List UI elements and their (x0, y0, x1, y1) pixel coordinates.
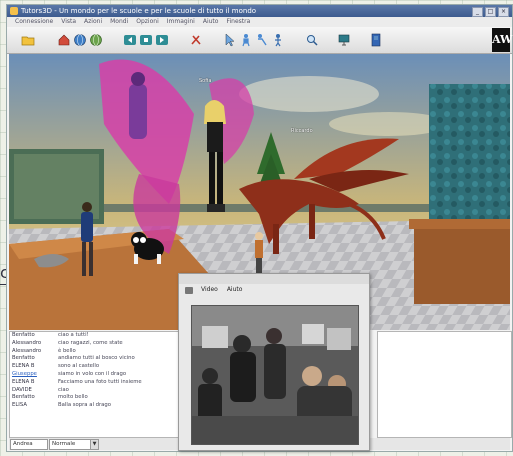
menu-vista[interactable]: Vista (61, 17, 76, 27)
chat-message: ciao ragazzi, come state (58, 339, 123, 346)
sit-icon[interactable] (239, 33, 253, 47)
tools-icon[interactable] (189, 33, 203, 47)
chat-message: Balla sopra al drago (58, 402, 112, 409)
stop-icon[interactable] (139, 33, 153, 47)
chat-mode-value: Normale (52, 441, 76, 447)
forward-icon[interactable] (155, 33, 169, 47)
app-icon (10, 7, 18, 15)
chevron-down-icon[interactable]: ▼ (90, 440, 98, 449)
globe-icon[interactable] (89, 33, 103, 47)
webcam-menu-aiuto[interactable]: Aiuto (227, 284, 243, 296)
chat-message: Facciamo una foto tutti insieme (58, 378, 142, 385)
menu-azioni[interactable]: Azioni (84, 17, 102, 27)
fly-icon[interactable] (255, 33, 269, 47)
title-bar: Tutors3D - Un mondo per le scuole e per … (7, 5, 512, 17)
chat-mode-select[interactable]: Normale ▼ (49, 439, 99, 450)
chat-sender: Benfatto (12, 394, 35, 401)
chat-row: Alessandro ciao ragazzi, come state (10, 340, 200, 348)
search-icon[interactable] (305, 33, 319, 47)
menu-connessione[interactable]: Connessione (15, 17, 53, 27)
chat-message: andiamo tutti al bosco vicino (58, 355, 135, 362)
chat-sender: DAVIDE (12, 386, 32, 393)
user-list-panel[interactable] (377, 331, 512, 438)
chat-message: ciao (58, 386, 69, 393)
book-icon[interactable] (369, 33, 383, 47)
chat-sender: ELENA B (12, 378, 35, 385)
chat-sender: Alessandro (12, 339, 42, 346)
chat-row: ELENA B sono al castello (10, 363, 200, 371)
maximize-button[interactable]: □ (485, 7, 496, 17)
chat-sender-link[interactable]: Giuseppe (10, 371, 58, 379)
chat-sender: Benfatto (12, 355, 35, 362)
window-title: Tutors3D - Un mondo per le scuole e per … (21, 7, 257, 15)
chat-row: Benfatto ciao a tutti! (10, 332, 200, 340)
close-button[interactable]: × (498, 7, 509, 17)
avatar-name-tag: Riccardo (291, 128, 313, 134)
chat-row: Alessandro è bello (10, 348, 200, 356)
menu-opzioni[interactable]: Opzioni (136, 17, 159, 27)
webcam-title-bar[interactable] (179, 274, 369, 284)
minimize-button[interactable]: _ (472, 7, 483, 17)
chat-row: Benfatto andiamo tutti al bosco vicino (10, 355, 200, 363)
chat-sender: Alessandro (12, 347, 42, 354)
person-icon[interactable] (271, 33, 285, 47)
webcam-video (191, 305, 359, 445)
menu-mondi[interactable]: Mondi (110, 17, 128, 27)
chat-row: Giuseppe siamo in volo con il drago (10, 371, 200, 379)
menu-immagini[interactable]: Immagini (167, 17, 195, 27)
chat-message: è bello (58, 347, 76, 354)
app-logo: AW (492, 28, 512, 52)
back-icon[interactable] (123, 33, 137, 47)
camera-icon (185, 287, 193, 294)
chat-message: ciao a tutti! (58, 332, 89, 338)
chat-message: sono al castello (58, 363, 100, 370)
window-controls: _ □ × (472, 7, 509, 17)
cursor-icon[interactable] (223, 33, 237, 47)
chat-sender: Benfatto (12, 332, 35, 338)
chat-message: molto bello (58, 394, 88, 401)
chat-row: Benfatto molto bello (10, 394, 200, 402)
avatar-name-tag: Sofia (199, 78, 212, 84)
globe-icon[interactable] (73, 33, 87, 47)
chat-input[interactable]: Andrea (10, 439, 48, 450)
folder-icon[interactable] (21, 33, 35, 47)
chat-log[interactable]: Benfatto ciao a tutti! Alessandro ciao rag… (9, 331, 201, 438)
webcam-menu: Video Aiuto (179, 284, 369, 296)
monitor-icon[interactable] (337, 33, 351, 47)
toolbar: AW (7, 27, 512, 54)
chat-row: DAVIDE ciao (10, 387, 200, 395)
webcam-menu-video[interactable]: Video (201, 284, 218, 296)
home-icon[interactable] (57, 33, 71, 47)
chat-row: ELENA B Facciamo una foto tutti insieme (10, 379, 200, 387)
menu-aiuto[interactable]: Aiuto (203, 17, 219, 27)
webcam-window: Video Aiuto (178, 273, 370, 451)
menu-bar: Connessione Vista Azioni Mondi Opzioni I… (7, 17, 512, 27)
chat-message: siamo in volo con il drago (58, 370, 127, 377)
chat-row: ELISA Balla sopra al drago (10, 402, 200, 410)
chat-sender: ELENA B (12, 363, 35, 370)
chat-sender: ELISA (12, 402, 27, 409)
menu-finestra[interactable]: Finestra (226, 17, 250, 27)
